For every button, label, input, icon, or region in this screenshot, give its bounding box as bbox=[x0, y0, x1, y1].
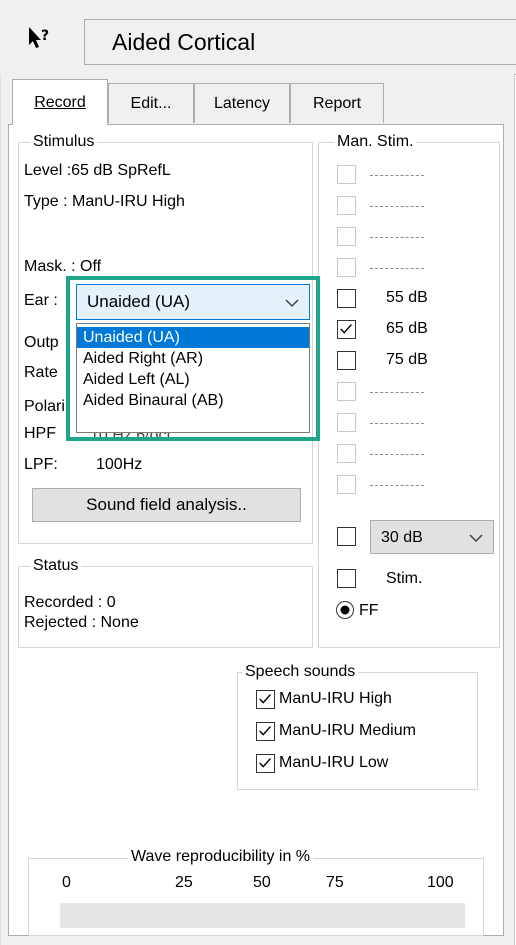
tab-report-label: Report bbox=[312, 95, 362, 112]
chevron-down-icon bbox=[285, 299, 299, 308]
man-stim-placeholder bbox=[370, 423, 424, 424]
reproducibility-tick-label: 100 bbox=[427, 874, 454, 891]
sound-field-analysis-button[interactable]: Sound field analysis.. bbox=[32, 488, 301, 522]
tab-edit[interactable]: Edit... bbox=[108, 83, 194, 123]
window-title: Aided Cortical bbox=[112, 29, 256, 55]
man-stim-checkbox bbox=[337, 227, 356, 246]
ear-label: Ear : bbox=[24, 292, 58, 309]
man-stim-placeholder bbox=[370, 392, 424, 393]
reproducibility-tick-label: 25 bbox=[175, 874, 193, 891]
man-stim-checkbox bbox=[337, 258, 356, 277]
man-stim-checkbox[interactable] bbox=[337, 320, 356, 339]
man-stim-checkbox bbox=[337, 413, 356, 432]
reproducibility-tick-label: 50 bbox=[253, 874, 271, 891]
tab-latency[interactable]: Latency bbox=[194, 83, 290, 123]
ear-option-aided-right[interactable]: Aided Right (AR) bbox=[77, 348, 309, 369]
whats-this-help-icon[interactable]: ? bbox=[26, 24, 56, 54]
ear-combobox[interactable]: Unaided (UA) bbox=[76, 284, 310, 320]
speech-sound-checkbox[interactable] bbox=[256, 754, 275, 773]
man-stim-legend: Man. Stim. bbox=[334, 133, 417, 151]
speech-sounds-legend: Speech sounds bbox=[242, 663, 359, 681]
checkmark-icon bbox=[259, 694, 271, 704]
man-stim-checkbox bbox=[337, 382, 356, 401]
man-stim-checkbox bbox=[337, 475, 356, 494]
stimulus-type: Type : ManU-IRU High bbox=[24, 193, 185, 210]
man-stim-label: 75 dB bbox=[386, 351, 428, 368]
man-stim-placeholder bbox=[370, 175, 424, 176]
reproducibility-tick-label: 75 bbox=[326, 874, 344, 891]
stim-label: Stim. bbox=[386, 570, 423, 587]
rate-label: Rate bbox=[24, 364, 58, 381]
ear-dropdown-list: Unaided (UA) Aided Right (AR) Aided Left… bbox=[76, 323, 310, 433]
step-combobox[interactable]: 30 dB bbox=[370, 520, 494, 554]
man-stim-placeholder bbox=[370, 206, 424, 207]
speech-sound-checkbox[interactable] bbox=[256, 690, 275, 709]
ear-selected-value: Unaided (UA) bbox=[87, 292, 190, 311]
output-label: Outp bbox=[24, 334, 59, 351]
tab-record-label: Record bbox=[34, 94, 86, 111]
man-stim-placeholder bbox=[370, 485, 424, 486]
checkmark-icon bbox=[340, 324, 352, 334]
man-stim-checkbox bbox=[337, 444, 356, 463]
rejected-count: Rejected : None bbox=[24, 614, 139, 631]
recorded-count: Recorded : 0 bbox=[24, 594, 116, 611]
man-stim-checkbox[interactable] bbox=[337, 289, 356, 308]
stimulus-legend: Stimulus bbox=[30, 133, 98, 151]
ff-radio[interactable] bbox=[335, 600, 355, 620]
checkmark-icon bbox=[259, 758, 271, 768]
reproducibility-bar bbox=[60, 903, 465, 928]
polarity-label: Polari bbox=[24, 398, 65, 415]
man-stim-checkbox bbox=[337, 196, 356, 215]
lpf-value: 100Hz bbox=[96, 456, 143, 473]
svg-text:?: ? bbox=[41, 28, 49, 44]
step-combo-value: 30 dB bbox=[381, 529, 423, 546]
tab-edit-label: Edit... bbox=[130, 95, 172, 112]
reproducibility-legend: Wave reproducibility in % bbox=[128, 848, 314, 866]
lpf-label: LPF: bbox=[24, 456, 58, 473]
man-stim-placeholder bbox=[370, 454, 424, 455]
man-stim-checkbox bbox=[337, 165, 356, 184]
man-stim-placeholder bbox=[370, 237, 424, 238]
speech-sound-label: ManU-IRU Medium bbox=[279, 722, 416, 739]
stimulus-mask: Mask. : Off bbox=[24, 258, 102, 275]
chevron-down-icon bbox=[469, 534, 483, 543]
reproducibility-tick-label: 0 bbox=[62, 874, 71, 891]
ear-option-aided-left[interactable]: Aided Left (AL) bbox=[77, 369, 309, 390]
speech-sound-label: ManU-IRU High bbox=[279, 690, 392, 707]
speech-sound-checkbox[interactable] bbox=[256, 722, 275, 741]
tab-latency-label: Latency bbox=[213, 95, 271, 112]
hpf-label: HPF bbox=[24, 425, 56, 442]
man-stim-checkbox[interactable] bbox=[337, 351, 356, 370]
ear-option-unaided[interactable]: Unaided (UA) bbox=[77, 327, 309, 348]
status-legend: Status bbox=[30, 557, 82, 575]
man-stim-label: 55 dB bbox=[386, 289, 428, 306]
man-stim-placeholder bbox=[370, 268, 424, 269]
ear-option-aided-binaural[interactable]: Aided Binaural (AB) bbox=[77, 390, 309, 411]
man-stim-label: 65 dB bbox=[386, 320, 428, 337]
stim-checkbox[interactable] bbox=[337, 569, 356, 588]
step-checkbox[interactable] bbox=[337, 527, 356, 546]
tab-record[interactable]: Record bbox=[12, 79, 108, 125]
tab-report[interactable]: Report bbox=[290, 83, 384, 123]
stimulus-level: Level :65 dB SpRefL bbox=[24, 162, 171, 179]
speech-sound-label: ManU-IRU Low bbox=[279, 754, 389, 771]
checkmark-icon bbox=[259, 726, 271, 736]
ff-label: FF bbox=[359, 602, 379, 619]
